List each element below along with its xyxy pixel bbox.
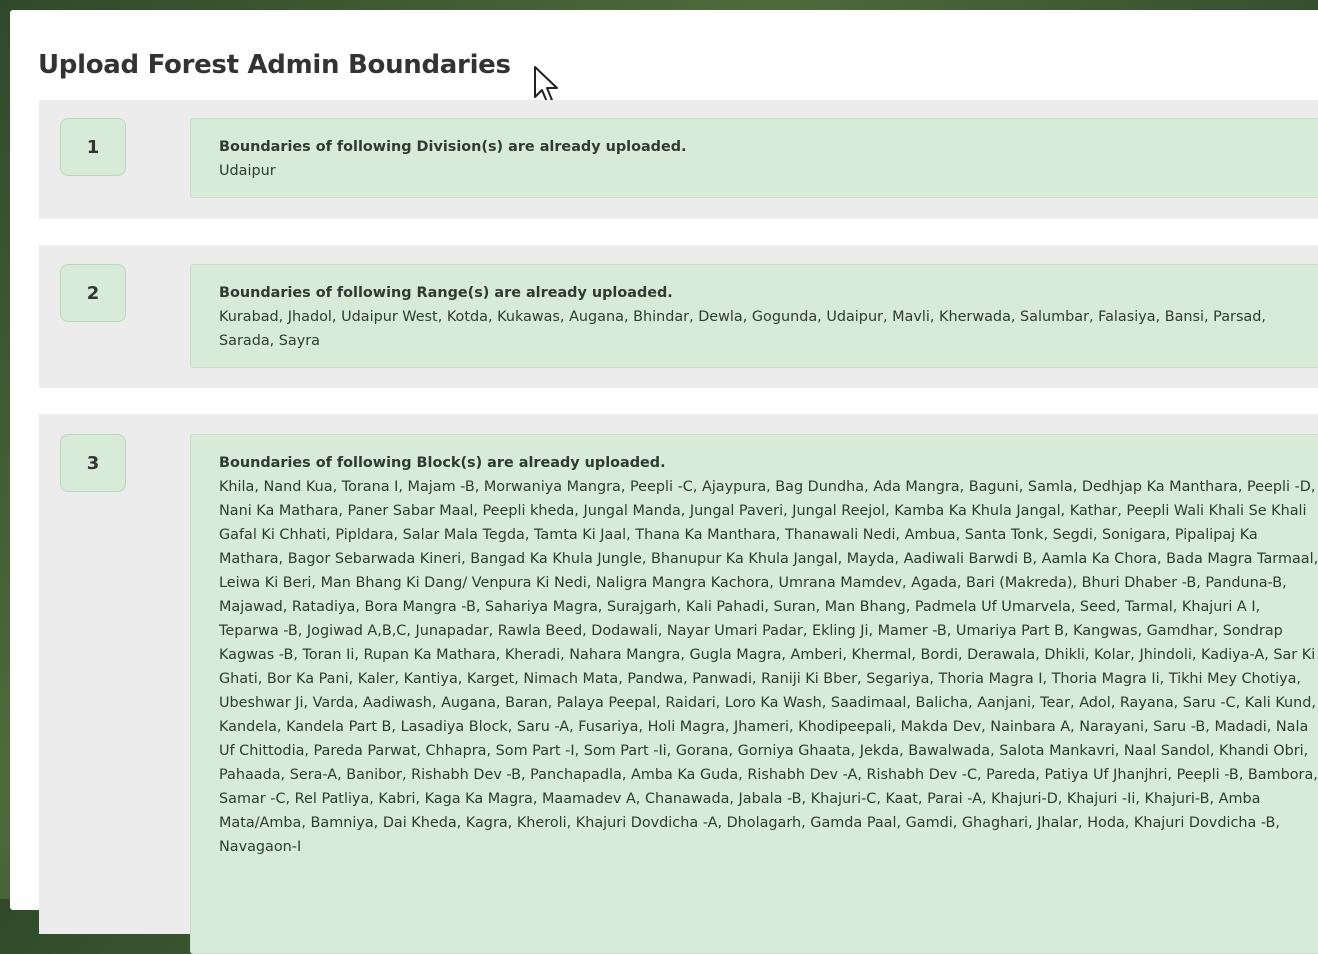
range-uploaded-alert: Boundaries of following Range(s) are alr… — [190, 264, 1318, 368]
step-number-badge: 1 — [60, 118, 126, 176]
alert-items: Kurabad, Jhadol, Udaipur West, Kotda, Ku… — [219, 309, 1266, 349]
division-uploaded-alert: Boundaries of following Division(s) are … — [190, 118, 1318, 198]
step-number-badge: 2 — [60, 264, 126, 322]
block-section: 3 Boundaries of following Block(s) are a… — [39, 414, 1318, 954]
alert-heading: Boundaries of following Range(s) are alr… — [219, 285, 673, 301]
alert-items: Udaipur — [219, 163, 276, 179]
step-number-badge: 3 — [60, 434, 126, 492]
modal-title: Upload Forest Admin Boundaries — [38, 50, 511, 80]
alert-heading: Boundaries of following Block(s) are alr… — [219, 455, 666, 471]
range-section: 2 Boundaries of following Range(s) are a… — [39, 245, 1318, 388]
upload-boundaries-modal: Upload Forest Admin Boundaries 1 Boundar… — [10, 10, 1318, 954]
division-section: 1 Boundaries of following Division(s) ar… — [39, 100, 1318, 219]
alert-items: Khila, Nand Kua, Torana I, Majam -B, Mor… — [219, 479, 1318, 855]
alert-heading: Boundaries of following Division(s) are … — [219, 139, 687, 155]
block-uploaded-alert: Boundaries of following Block(s) are alr… — [190, 434, 1318, 954]
